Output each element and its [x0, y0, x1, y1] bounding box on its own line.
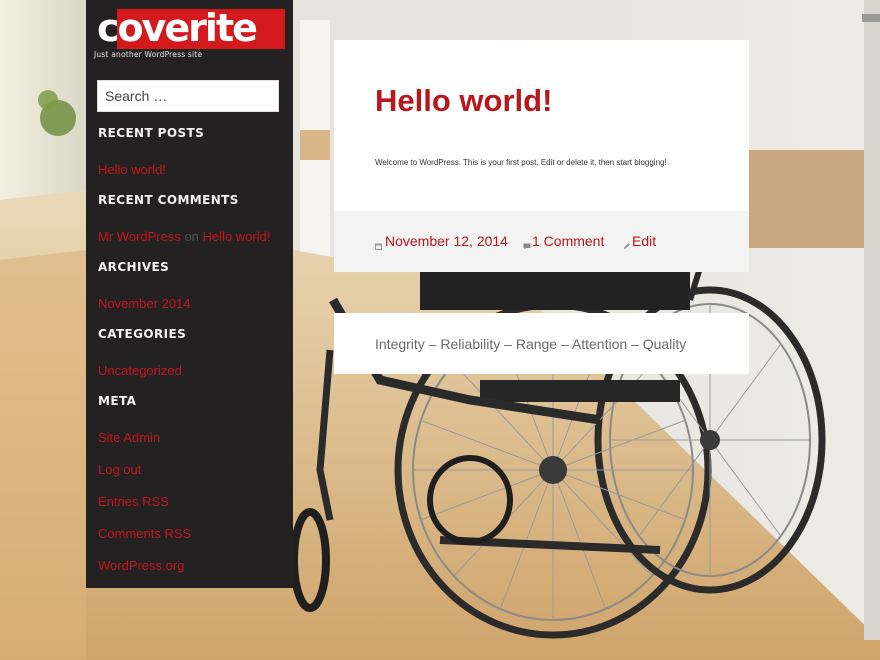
pencil-icon — [623, 237, 631, 255]
sidebar: coverite Just another WordPress site REC… — [86, 0, 293, 588]
comment-icon — [523, 237, 531, 255]
recent-comments-title: RECENT COMMENTS — [98, 193, 239, 207]
footer-tagline-card: Integrity – Reliability – Range – Attent… — [334, 313, 749, 374]
post-edit-link[interactable]: Edit — [632, 233, 656, 249]
svg-text:coverite: coverite — [97, 7, 256, 49]
post-comments-link[interactable]: 1 Comment — [532, 233, 604, 249]
post-card: Hello world! Welcome to WordPress. This … — [334, 40, 749, 272]
recent-posts-title: RECENT POSTS — [98, 126, 205, 140]
post-body: Welcome to WordPress. This is your first… — [375, 158, 667, 167]
meta-title: META — [98, 394, 137, 408]
footer-tagline: Integrity – Reliability – Range – Attent… — [375, 336, 687, 352]
logo-wordmark: coverite — [97, 7, 258, 49]
archives-title: ARCHIVES — [98, 260, 170, 274]
meta-log-out-link[interactable]: Log out — [98, 462, 141, 477]
site-logo[interactable]: coverite — [95, 5, 285, 49]
calendar-icon — [375, 237, 382, 255]
site-tagline: Just another WordPress site — [94, 50, 203, 59]
categories-title: CATEGORIES — [98, 327, 187, 341]
recent-post-link[interactable]: Hello world! — [98, 162, 166, 177]
category-link[interactable]: Uncategorized — [98, 363, 182, 378]
recent-comment-item: Mr WordPress on Hello world! — [98, 229, 270, 244]
comment-author-link[interactable]: Mr WordPress — [98, 229, 181, 244]
archive-link[interactable]: November 2014 — [98, 296, 191, 311]
search-input[interactable] — [97, 80, 279, 112]
comment-on-text: on — [184, 229, 203, 244]
post-footer: November 12, 2014 1 Comment Edit — [334, 211, 749, 272]
meta-wordpress-org-link[interactable]: WordPress.org — [98, 558, 184, 573]
meta-entries-rss-link[interactable]: Entries RSS — [98, 494, 169, 509]
post-date-link[interactable]: November 12, 2014 — [385, 233, 508, 249]
meta-comments-rss-link[interactable]: Comments RSS — [98, 526, 191, 541]
post-title[interactable]: Hello world! — [375, 82, 552, 120]
comment-post-link[interactable]: Hello world! — [203, 229, 271, 244]
meta-site-admin-link[interactable]: Site Admin — [98, 430, 160, 445]
